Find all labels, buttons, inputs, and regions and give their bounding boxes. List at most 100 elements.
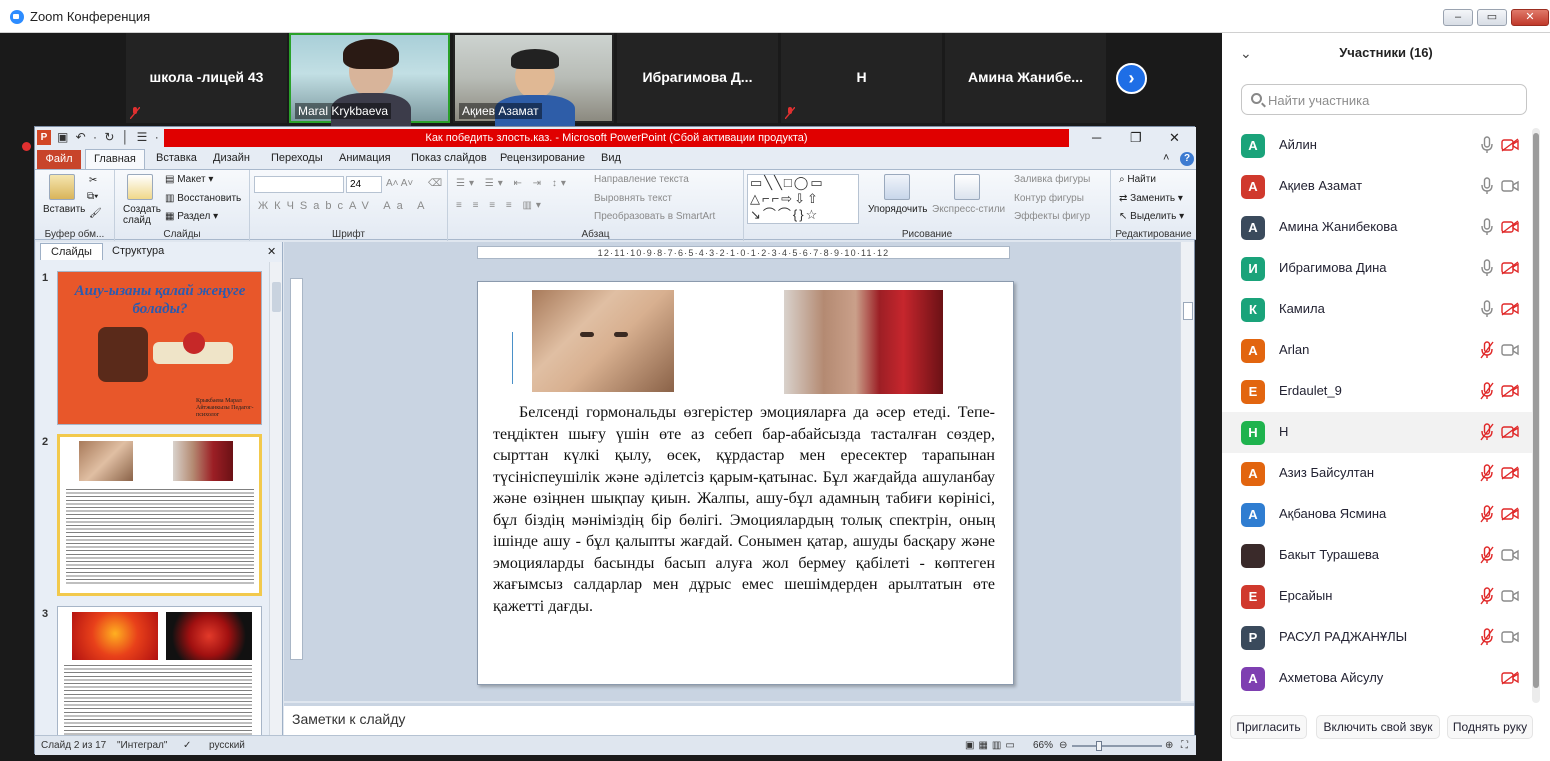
participant-row[interactable]: А Ақбанова Ясмина — [1222, 494, 1534, 535]
edit-scrollbar[interactable] — [1180, 242, 1194, 701]
mic-icon[interactable] — [1480, 177, 1494, 195]
tab-outline[interactable]: Структура — [112, 245, 164, 257]
raise-hand-button[interactable]: Поднять руку — [1447, 715, 1533, 739]
tab-animations[interactable]: Анимация — [339, 152, 391, 164]
new-slide-icon[interactable] — [127, 174, 153, 200]
participant-search[interactable] — [1241, 84, 1527, 115]
new-slide-button[interactable]: Создать слайд — [123, 204, 163, 226]
mic-icon[interactable] — [1480, 259, 1494, 277]
video-icon[interactable] — [1501, 589, 1520, 603]
participant-row[interactable]: К Камила — [1222, 289, 1534, 330]
participant-row[interactable]: А Ахметова Айсулу — [1222, 658, 1534, 699]
participant-video-tile[interactable]: Maral Krykbaeva — [289, 33, 450, 133]
shape-fill-button[interactable]: Заливка фигуры — [1014, 174, 1090, 185]
tab-slides[interactable]: Слайды — [40, 243, 103, 260]
font-style-buttons[interactable]: ЖКЧSabcAV Aa A — [258, 200, 431, 212]
minimize-button[interactable]: – — [1443, 9, 1473, 26]
pane-scroll-thumb[interactable] — [272, 282, 281, 312]
align-buttons[interactable]: ≡ ≡ ≡ ≡ ▥▾ — [456, 200, 545, 211]
participant-row[interactable]: Р РАСУЛ РАДЖАНҰЛЫ — [1222, 617, 1534, 658]
view-buttons[interactable]: ▣▦▥▭ — [965, 740, 1019, 751]
tab-transitions[interactable]: Переходы — [271, 152, 323, 164]
muted-mic-icon[interactable] — [1480, 341, 1494, 359]
find-button[interactable]: ⌕ Найти — [1119, 174, 1156, 185]
muted-mic-icon[interactable] — [1480, 587, 1494, 605]
participant-row[interactable]: Бакыт Турашева — [1222, 535, 1534, 576]
maximize-button[interactable]: ▭ — [1477, 9, 1507, 26]
mic-icon[interactable] — [1480, 218, 1494, 236]
video-off-icon[interactable] — [1501, 671, 1520, 685]
video-icon[interactable] — [1501, 343, 1520, 357]
font-size-input[interactable]: 24 — [346, 176, 382, 193]
video-icon[interactable] — [1501, 630, 1520, 644]
language-label[interactable]: русский — [209, 740, 245, 751]
video-off-icon[interactable] — [1501, 425, 1520, 439]
cut-icon[interactable]: ✂ — [89, 175, 97, 186]
slide-thumbnail-1[interactable]: Ашу-ызаны қалай жеңуге болады? Крыкбаева… — [57, 271, 262, 425]
current-slide[interactable]: Белсенді гормональды өзгерістер эмоцияла… — [477, 281, 1014, 685]
reset-button[interactable]: ▥ Восстановить — [165, 193, 241, 204]
participant-row[interactable]: НН — [1222, 412, 1534, 453]
spellcheck-icon[interactable]: ✓ — [183, 740, 191, 751]
layout-button[interactable]: ▤ Макет ▾ — [165, 174, 213, 185]
video-off-icon[interactable] — [1501, 384, 1520, 398]
ppt-close-button[interactable]: ✕ — [1169, 130, 1180, 146]
shape-effects-button[interactable]: Эффекты фигур — [1014, 211, 1090, 222]
smartart-button[interactable]: Преобразовать в SmartArt — [594, 211, 715, 222]
quick-styles-icon[interactable] — [954, 174, 980, 200]
slide-thumbnail-2[interactable] — [57, 434, 262, 596]
shapes-gallery[interactable]: ▭╲╲□◯▭ △⌐⌐⇨⇩⇧ ↘⌒⌒{}☆ — [747, 174, 859, 224]
quick-access-toolbar[interactable]: ▣ ↶ · ↻ │ ☰ · ▾ — [57, 130, 174, 144]
participant-tile[interactable]: Ибрагимова Д... — [617, 33, 778, 123]
participant-row[interactable]: A Arlan — [1222, 330, 1534, 371]
video-off-icon[interactable] — [1501, 138, 1520, 152]
paste-icon[interactable] — [49, 174, 75, 200]
video-off-icon[interactable] — [1501, 507, 1520, 521]
muted-mic-icon[interactable] — [1480, 464, 1494, 482]
participant-row[interactable]: E Erdaulet_9 — [1222, 371, 1534, 412]
zoom-out-icon[interactable]: ⊖ — [1059, 740, 1067, 751]
zoom-level[interactable]: 66% — [1033, 740, 1053, 751]
participants-scroll-thumb[interactable] — [1533, 133, 1539, 688]
ppt-minimize-button[interactable]: ─ — [1092, 130, 1101, 145]
clear-format-icon[interactable]: ⌫ — [428, 178, 442, 189]
participants-scrollbar[interactable] — [1532, 128, 1540, 703]
slide-body-text[interactable]: Белсенді гормональды өзгерістер эмоцияла… — [493, 402, 995, 617]
unmute-button[interactable]: Включить свой звук — [1316, 715, 1440, 739]
participant-video-tile[interactable]: Ақиев Азамат — [453, 33, 614, 129]
fit-slide-icon[interactable]: ⛶ — [1181, 740, 1188, 751]
tab-file[interactable]: Файл — [37, 150, 81, 169]
participant-tile[interactable]: Амина Жанибе... — [945, 33, 1106, 123]
muted-mic-icon[interactable] — [1480, 423, 1494, 441]
arrange-icon[interactable] — [884, 174, 910, 200]
slide-thumbnail-3[interactable] — [57, 606, 262, 736]
select-button[interactable]: ↖ Выделить ▾ — [1119, 211, 1184, 222]
participant-row[interactable]: А Ақиев Азамат — [1222, 166, 1534, 207]
muted-mic-icon[interactable] — [1480, 382, 1494, 400]
video-off-icon[interactable] — [1501, 302, 1520, 316]
video-icon[interactable] — [1501, 179, 1520, 193]
section-button[interactable]: ▦ Раздел ▾ — [165, 211, 218, 222]
replace-button[interactable]: ⇄ Заменить ▾ — [1119, 193, 1183, 204]
ribbon-collapse-icon[interactable]: ˄ — [1163, 152, 1169, 164]
participant-row[interactable]: Е Ерсайын — [1222, 576, 1534, 617]
video-off-icon[interactable] — [1501, 261, 1520, 275]
font-grow-icon[interactable]: A˄ A˅ — [386, 178, 413, 189]
mic-icon[interactable] — [1480, 136, 1494, 154]
pane-scrollbar[interactable] — [269, 262, 282, 735]
participant-row[interactable]: А Айлин — [1222, 125, 1534, 166]
tab-home[interactable]: Главная — [85, 149, 145, 170]
tab-slideshow[interactable]: Показ слайдов — [411, 152, 487, 164]
zoom-slider[interactable] — [1072, 745, 1162, 747]
muted-mic-icon[interactable] — [1480, 546, 1494, 564]
quick-styles-button[interactable]: Экспресс-стили — [932, 204, 1005, 215]
ppt-restore-button[interactable]: ❐ — [1130, 130, 1142, 146]
participant-tile[interactable]: Н — [781, 33, 942, 123]
list-buttons[interactable]: ☰▾ ☰▾ ⇤ ⇥ ↕▾ — [456, 178, 570, 189]
edit-scroll-thumb[interactable] — [1183, 302, 1193, 320]
participant-tile[interactable]: школа -лицей 43 — [126, 33, 287, 123]
search-input[interactable] — [1268, 91, 1518, 109]
tab-view[interactable]: Вид — [601, 152, 621, 164]
participant-row[interactable]: А Амина Жанибекова — [1222, 207, 1534, 248]
font-name-input[interactable] — [254, 176, 344, 193]
